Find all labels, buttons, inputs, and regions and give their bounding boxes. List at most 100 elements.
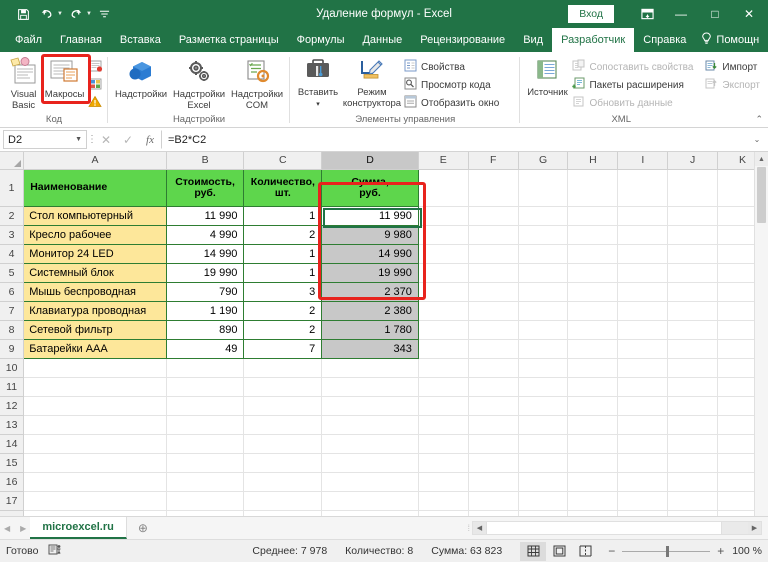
cell-h2[interactable] [568,206,618,225]
row-header-5[interactable]: 5 [0,263,24,282]
vertical-scrollbar[interactable]: ▲ [754,152,768,516]
cell-f10[interactable] [468,358,518,377]
design-mode-button[interactable]: Режимконструктора [342,55,402,109]
column-header-d[interactable]: D [322,152,419,169]
cell-b5[interactable]: 19 990 [166,263,244,282]
cell-i13[interactable] [618,415,668,434]
row-header-4[interactable]: 4 [0,244,24,263]
cell-g16[interactable] [518,472,568,491]
row-header-7[interactable]: 7 [0,301,24,320]
count-stat[interactable]: Количество: 8 [345,545,413,557]
cell-a16[interactable] [24,472,167,491]
run-dialog-button[interactable]: Отобразить окно [402,94,503,112]
cell-j6[interactable] [668,282,718,301]
map-properties-button[interactable]: Сопоставить свойства [570,58,697,76]
cell-e6[interactable] [418,282,468,301]
cell-a17[interactable] [24,491,167,510]
cell-a2[interactable]: Стол компьютерный [24,206,167,225]
cell-g7[interactable] [518,301,568,320]
sign-in-button[interactable]: Вход [568,5,614,23]
view-code-button[interactable]: Просмотр кода [402,76,503,94]
cell-d16[interactable] [322,472,419,491]
next-sheet-arrow[interactable]: ▶ [20,524,26,533]
cell-a13[interactable] [24,415,167,434]
cell-c5[interactable]: 1 [244,263,322,282]
select-all-corner[interactable] [0,152,24,169]
cell-j10[interactable] [668,358,718,377]
customize-qat-icon[interactable] [94,4,116,24]
cell-g5[interactable] [518,263,568,282]
cell-d3[interactable]: 9 980 [322,225,419,244]
export-button[interactable]: Экспорт [703,76,764,94]
cell-d8[interactable]: 1 780 [322,320,419,339]
cell-a12[interactable] [24,396,167,415]
cell-d15[interactable] [322,453,419,472]
cell-i18[interactable] [618,510,668,516]
cell-c10[interactable] [244,358,322,377]
cell-h14[interactable] [568,434,618,453]
cell-a5[interactable]: Системный блок [24,263,167,282]
cell-c2[interactable]: 1 [244,206,322,225]
record-macro-icon[interactable] [86,57,104,74]
cell-h7[interactable] [568,301,618,320]
column-header-a[interactable]: A [24,152,167,169]
cell-b2[interactable]: 11 990 [166,206,244,225]
cell-g18[interactable] [518,510,568,516]
row-header-17[interactable]: 17 [0,491,24,510]
minimize-button[interactable]: — [664,0,698,28]
average-stat[interactable]: Среднее: 7 978 [252,545,327,557]
cell-d18[interactable] [322,510,419,516]
cell-c14[interactable] [244,434,322,453]
cell-i6[interactable] [618,282,668,301]
cell-e3[interactable] [418,225,468,244]
visual-basic-button[interactable]: VisualBasic [4,55,43,111]
row-header-14[interactable]: 14 [0,434,24,453]
cell-g2[interactable] [518,206,568,225]
cell-h12[interactable] [568,396,618,415]
cell-e17[interactable] [418,491,468,510]
cell-f6[interactable] [468,282,518,301]
sheet-tab-microexcel[interactable]: microexcel.ru [30,517,127,539]
cell-g13[interactable] [518,415,568,434]
cell-h11[interactable] [568,377,618,396]
insert-function-button[interactable]: fx [139,130,161,149]
zoom-out-button[interactable]: − [608,544,615,558]
page-break-preview-button[interactable] [572,542,598,561]
cell-e1[interactable] [418,169,468,206]
cell-f5[interactable] [468,263,518,282]
cell-j1[interactable] [668,169,718,206]
insert-control-button[interactable]: Вставить▾ [294,55,342,110]
cell-f14[interactable] [468,434,518,453]
zoom-level-label[interactable]: 100 % [732,545,762,557]
cell-d2[interactable]: 11 990 [322,206,419,225]
cell-d10[interactable] [322,358,419,377]
column-header-i[interactable]: I [618,152,668,169]
cell-j2[interactable] [668,206,718,225]
scroll-up-arrow[interactable]: ▲ [755,152,768,166]
cell-e15[interactable] [418,453,468,472]
cell-j16[interactable] [668,472,718,491]
cell-i8[interactable] [618,320,668,339]
cell-b1[interactable]: Стоимость,руб. [166,169,244,206]
cell-j7[interactable] [668,301,718,320]
cell-g12[interactable] [518,396,568,415]
name-box[interactable]: D2 ▼ [3,130,87,149]
cell-d14[interactable] [322,434,419,453]
cell-a9[interactable]: Батарейки AAA [24,339,167,358]
cell-d1[interactable]: Сумма,руб. [322,169,419,206]
cell-i5[interactable] [618,263,668,282]
cell-f18[interactable] [468,510,518,516]
row-header-9[interactable]: 9 [0,339,24,358]
cell-j4[interactable] [668,244,718,263]
cell-d13[interactable] [322,415,419,434]
cell-f4[interactable] [468,244,518,263]
cell-e12[interactable] [418,396,468,415]
column-header-c[interactable]: C [244,152,322,169]
cell-h16[interactable] [568,472,618,491]
row-header-3[interactable]: 3 [0,225,24,244]
cell-d5[interactable]: 19 990 [322,263,419,282]
cell-j14[interactable] [668,434,718,453]
cell-h4[interactable] [568,244,618,263]
cell-c18[interactable] [244,510,322,516]
cell-b6[interactable]: 790 [166,282,244,301]
